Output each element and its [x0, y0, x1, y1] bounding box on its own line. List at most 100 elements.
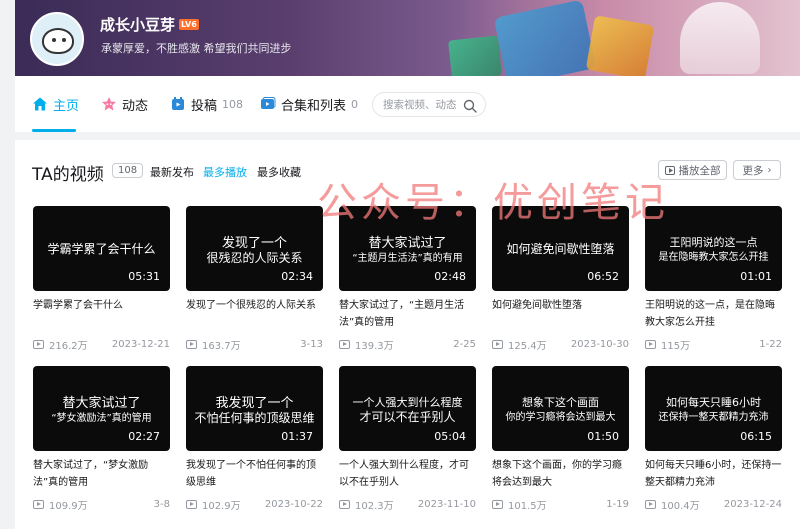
play-count-icon	[645, 340, 656, 349]
thumbnail-caption: 如何避免间歇性堕落	[506, 242, 615, 256]
username[interactable]: 成长小豆芽	[100, 14, 175, 35]
video-date: 2-25	[453, 339, 476, 350]
video-meta: 102.9万 2023-10-22	[186, 497, 323, 512]
video-title[interactable]: 发现了一个很残忍的人际关系	[186, 297, 323, 333]
video-title[interactable]: 一个人强大到什么程度，才可以不在乎别人	[339, 457, 476, 493]
sort-tab-latest[interactable]: 最新发布	[150, 164, 194, 180]
play-count-icon	[186, 500, 197, 509]
video-card[interactable]: 替大家试过了 “梦女激励法”真的管用 02:27 替大家试过了，“梦女激励法”真的管用…	[33, 366, 170, 512]
video-date: 2023-10-22	[264, 499, 323, 510]
video-duration: 06:52	[587, 270, 619, 283]
play-all-label: 播放全部	[678, 164, 721, 177]
video-title[interactable]: 我发现了一个不怕任何事的顶级思维	[186, 457, 323, 493]
uploads-icon	[170, 96, 186, 112]
video-card[interactable]: 学霸学累了会干什么 05:31 学霸学累了会干什么 216.2万 2023-12-21	[33, 206, 170, 352]
thumbnail-caption: “梦女激励法”真的管用	[51, 413, 152, 424]
video-duration: 05:04	[434, 430, 466, 443]
video-views: 125.4万	[508, 341, 547, 352]
thumbnail-caption: 不怕任何事的顶级思维	[194, 411, 315, 425]
video-views: 102.9万	[202, 501, 241, 512]
video-duration: 01:37	[281, 430, 313, 443]
video-views: 139.3万	[355, 341, 394, 352]
video-views: 101.5万	[508, 501, 547, 512]
profile-banner	[15, 0, 800, 76]
video-thumbnail[interactable]: 替大家试过了 “梦女激励法”真的管用 02:27	[33, 366, 170, 451]
avatar[interactable]	[30, 12, 84, 66]
video-meta: 125.4万 2023-10-30	[492, 337, 629, 352]
video-duration: 05:31	[128, 270, 160, 283]
video-meta: 100.4万 2023-12-24	[645, 497, 782, 512]
video-views: 102.3万	[355, 501, 394, 512]
video-duration: 02:48	[434, 270, 466, 283]
dynamics-icon	[101, 96, 117, 112]
play-count-icon	[645, 500, 656, 509]
video-date: 2023-11-10	[417, 499, 476, 510]
nav-tab-uploads[interactable]: 投稿 108	[170, 76, 243, 132]
avatar-eye	[62, 38, 66, 42]
video-title[interactable]: 如何每天只睡6小时，还保持一整天都精力充沛	[645, 457, 782, 493]
video-card[interactable]: 我发现了一个 不怕任何事的顶级思维 01:37 我发现了一个不怕任何事的顶级思维 102…	[186, 366, 323, 512]
video-thumbnail[interactable]: 我发现了一个 不怕任何事的顶级思维 01:37	[186, 366, 323, 451]
video-title[interactable]: 替大家试过了，“主题月生活法”真的管用	[339, 297, 476, 333]
sort-tab-most-played[interactable]: 最多播放	[203, 164, 247, 180]
video-card[interactable]: 想象下这个画面 你的学习瘾将会达到最大 01:50 想象下这个画面，你的学习瘾将会达到…	[492, 366, 629, 512]
video-title[interactable]: 想象下这个画面，你的学习瘾将会达到最大	[492, 457, 629, 493]
nav-tab-dynamics[interactable]: 动态	[101, 76, 148, 132]
video-title[interactable]: 替大家试过了，“梦女激励法”真的管用	[33, 457, 170, 493]
nav-tab-home[interactable]: 主页	[32, 76, 79, 132]
video-date: 3-13	[300, 339, 323, 350]
section-title: TA的视频	[32, 165, 104, 185]
nav-tab-collections[interactable]: 合集和列表 0	[260, 76, 358, 132]
banner-decoration	[585, 15, 655, 76]
video-date: 2023-12-21	[111, 339, 170, 350]
video-meta: 163.7万 3-13	[186, 337, 323, 352]
active-tab-indicator	[32, 129, 76, 132]
video-duration: 01:50	[587, 430, 619, 443]
thumbnail-caption: 才可以不在乎别人	[359, 410, 456, 424]
video-thumbnail[interactable]: 如何每天只睡6小时 还保持一整天都精力充沛 06:15	[645, 366, 782, 451]
video-title[interactable]: 如何避免间歇性堕落	[492, 297, 629, 333]
uploads-count: 108	[222, 97, 244, 111]
video-meta: 102.3万 2023-11-10	[339, 497, 476, 512]
thumbnail-caption: “主题月生活法”真的有用	[352, 253, 463, 264]
video-card[interactable]: 如何每天只睡6小时 还保持一整天都精力充沛 06:15 如何每天只睡6小时，还保持一整…	[645, 366, 782, 512]
video-card[interactable]: 一个人强大到什么程度 才可以不在乎别人 05:04 一个人强大到什么程度，才可以不在乎…	[339, 366, 476, 512]
watermark-text: 公众号：优创笔记	[317, 180, 669, 226]
collections-icon	[260, 96, 276, 112]
nav-tab-label: 合集和列表	[281, 98, 347, 114]
home-icon	[32, 96, 48, 112]
video-date: 1-19	[606, 499, 629, 510]
video-date: 1-22	[759, 339, 782, 350]
nav-tab-label: 主页	[53, 98, 80, 114]
video-views: 216.2万	[49, 341, 88, 352]
video-title[interactable]: 王阳明说的这一点，是在隐晦教大家怎么开挂	[645, 297, 782, 333]
video-views: 100.4万	[661, 501, 700, 512]
banner-decoration	[680, 2, 760, 74]
search-input[interactable]	[383, 98, 461, 111]
more-label: 更多	[742, 164, 764, 177]
video-thumbnail[interactable]: 想象下这个画面 你的学习瘾将会达到最大 01:50	[492, 366, 629, 451]
play-count-icon	[339, 340, 350, 349]
video-card[interactable]: 发现了一个 很残忍的人际关系 02:34 发现了一个很残忍的人际关系 163.7万 3-1…	[186, 206, 323, 352]
video-title[interactable]: 学霸学累了会干什么	[33, 297, 170, 333]
video-duration: 02:27	[128, 430, 160, 443]
video-meta: 139.3万 2-25	[339, 337, 476, 352]
video-meta: 115万 1-22	[645, 337, 782, 352]
thumbnail-caption: 你的学习瘾将会达到最大	[505, 412, 616, 423]
level-badge: LV6	[179, 19, 199, 30]
play-count-icon	[492, 500, 503, 509]
video-thumbnail[interactable]: 一个人强大到什么程度 才可以不在乎别人 05:04	[339, 366, 476, 451]
play-count-icon	[186, 340, 197, 349]
thumbnail-caption: 很残忍的人际关系	[206, 251, 303, 265]
video-meta: 216.2万 2023-12-21	[33, 337, 170, 352]
search-box[interactable]	[372, 92, 486, 117]
thumbnail-caption: 学霸学累了会干什么	[47, 242, 156, 256]
video-thumbnail[interactable]: 学霸学累了会干什么 05:31	[33, 206, 170, 291]
sort-tab-most-favorited[interactable]: 最多收藏	[257, 164, 301, 180]
avatar-sprout-face	[42, 28, 74, 54]
play-count-icon	[33, 500, 44, 509]
video-thumbnail[interactable]: 发现了一个 很残忍的人际关系 02:34	[186, 206, 323, 291]
more-button[interactable]: 更多 ›	[733, 160, 781, 180]
search-icon[interactable]	[463, 98, 477, 113]
username-row: 成长小豆芽 LV6	[100, 14, 199, 35]
